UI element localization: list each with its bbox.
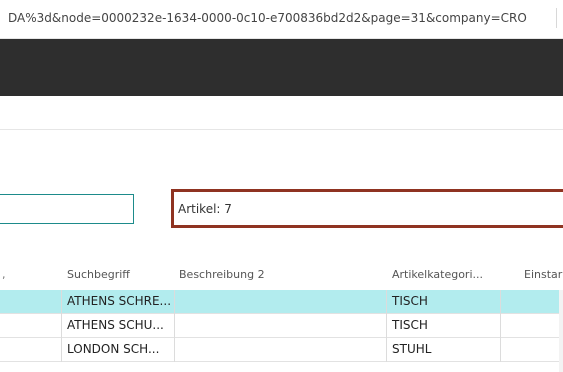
browser-address-bar[interactable]: DA%3d&node=0000232e-1634-0000-0c10-e7008…: [0, 0, 563, 39]
url-text[interactable]: DA%3d&node=0000232e-1634-0000-0c10-e7008…: [8, 11, 527, 25]
item-count-field[interactable]: Artikel: 7: [171, 189, 563, 228]
column-separator: [61, 290, 62, 314]
filter-input[interactable]: [0, 194, 134, 224]
app-header: [0, 39, 563, 96]
column-separator: [61, 338, 62, 362]
table-row[interactable]: ATHENS SCHRE... TISCH: [0, 290, 563, 314]
column-separator: [500, 290, 501, 314]
cell-suchbegriff: LONDON SCH...: [67, 342, 160, 356]
column-separator: [500, 314, 501, 338]
vertical-scrollbar[interactable]: [559, 290, 563, 372]
address-bar-divider: [556, 8, 557, 28]
cell-suchbegriff: ATHENS SCHU...: [67, 318, 164, 332]
header-leading-mark: ,: [2, 268, 6, 281]
cell-artikelkategorie: TISCH: [392, 294, 428, 308]
cell-artikelkategorie: STUHL: [392, 342, 432, 356]
column-header-einstandspreis[interactable]: Einstar: [524, 268, 562, 281]
cell-artikelkategorie: TISCH: [392, 318, 428, 332]
table-row[interactable]: ATHENS SCHU... TISCH: [0, 314, 563, 338]
column-header-artikelkategorie[interactable]: Artikelkategori...: [392, 268, 483, 281]
action-bar: [0, 96, 563, 130]
table-header: , Suchbegriff Beschreibung 2 Artikelkate…: [0, 262, 563, 290]
column-separator: [500, 338, 501, 362]
column-separator: [174, 338, 175, 362]
column-header-beschreibung-2[interactable]: Beschreibung 2: [179, 268, 265, 281]
item-count-label: Artikel: 7: [178, 202, 232, 216]
column-header-suchbegriff[interactable]: Suchbegriff: [67, 268, 130, 281]
column-separator: [386, 290, 387, 314]
column-separator: [174, 314, 175, 338]
cell-suchbegriff: ATHENS SCHRE...: [67, 294, 172, 308]
column-separator: [61, 314, 62, 338]
table-row[interactable]: LONDON SCH... STUHL: [0, 338, 563, 362]
column-separator: [174, 290, 175, 314]
column-separator: [386, 314, 387, 338]
column-separator: [386, 338, 387, 362]
